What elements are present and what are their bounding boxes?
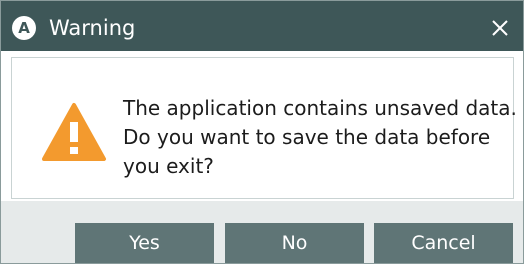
dialog-message: The application contains unsaved data. D…	[123, 94, 517, 181]
message-line-3: you exit?	[123, 154, 214, 178]
button-bar: Yes No Cancel	[1, 201, 523, 263]
close-button[interactable]	[485, 13, 515, 43]
title-bar: A Warning	[1, 1, 523, 51]
yes-button[interactable]: Yes	[75, 223, 214, 263]
app-badge-icon: A	[12, 16, 36, 40]
message-line-1: The application contains unsaved data.	[123, 96, 517, 120]
message-line-2: Do you want to save the data before	[123, 125, 491, 149]
warning-triangle-icon	[42, 103, 106, 161]
no-button[interactable]: No	[225, 223, 364, 263]
cancel-button[interactable]: Cancel	[374, 223, 513, 263]
warning-dialog: A Warning The application contains unsav…	[0, 0, 524, 264]
dialog-title: Warning	[49, 16, 136, 40]
close-icon	[492, 20, 508, 36]
message-area: The application contains unsaved data. D…	[11, 57, 517, 199]
